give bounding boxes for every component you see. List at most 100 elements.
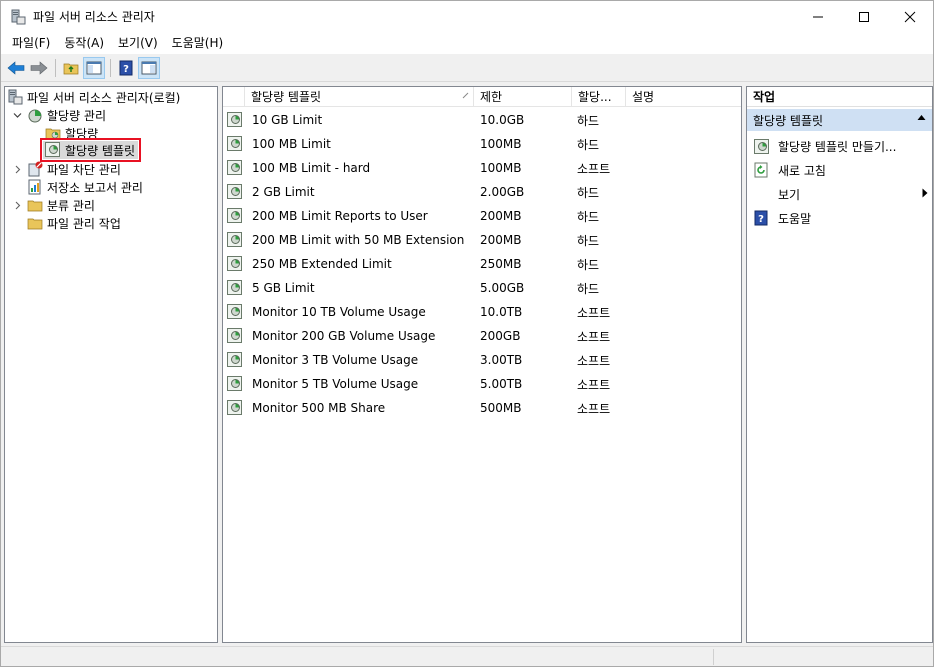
cell-limit: 100MB (480, 137, 522, 151)
table-row[interactable]: 100 MB Limit 100MB 하드 (223, 132, 741, 156)
template-name: 5 GB Limit (252, 281, 315, 295)
action-help[interactable]: ? 도움말 (753, 207, 928, 229)
template-name: 200 MB Limit Reports to User (252, 209, 428, 223)
column-header-template[interactable]: 할당량 템플릿 (245, 87, 474, 107)
forward-arrow-icon (30, 61, 48, 75)
template-name: Monitor 3 TB Volume Usage (252, 353, 419, 367)
cell-quota-type: 소프트 (577, 329, 611, 344)
column-header-description[interactable]: 설명 (626, 87, 741, 107)
maximize-icon (859, 11, 869, 22)
quota-template-icon (227, 256, 243, 272)
quota-template-icon (227, 400, 243, 416)
table-row[interactable]: 2 GB Limit 2.00GB 하드 (223, 180, 741, 204)
action-create-quota-template[interactable]: 할당량 템플릿 만들기... (753, 135, 928, 157)
table-row[interactable]: Monitor 5 TB Volume Usage 5.00TB 소프트 (223, 372, 741, 396)
minimize-button[interactable] (795, 1, 841, 32)
classification-folder-icon (27, 197, 43, 213)
quota-template-icon (227, 328, 243, 344)
quota-template-icon (227, 232, 243, 248)
cell-quota-type: 소프트 (577, 305, 611, 320)
action-label: 보기 (778, 187, 801, 202)
cell-limit: 10.0GB (480, 113, 525, 127)
template-name: 100 MB Limit (252, 137, 331, 151)
cell-limit: 3.00TB (480, 353, 523, 367)
menu-action[interactable]: 동작(A) (57, 32, 111, 55)
tree-item-storage-reports[interactable]: 저장소 보고서 관리 (27, 178, 143, 196)
show-hide-tree-button[interactable] (83, 57, 105, 79)
tree-item-classification[interactable]: 분류 관리 (11, 196, 95, 214)
chevron-down-icon[interactable] (11, 109, 23, 121)
quota-management-icon (27, 107, 43, 123)
quota-template-icon (227, 280, 243, 296)
table-row[interactable]: Monitor 3 TB Volume Usage 3.00TB 소프트 (223, 348, 741, 372)
table-row[interactable]: 5 GB Limit 5.00GB 하드 (223, 276, 741, 300)
cell-limit: 5.00TB (480, 377, 523, 391)
template-name: Monitor 5 TB Volume Usage (252, 377, 419, 391)
table-row[interactable]: 250 MB Extended Limit 250MB 하드 (223, 252, 741, 276)
cell-template-name: Monitor 200 GB Volume Usage (223, 328, 474, 344)
table-row[interactable]: Monitor 500 MB Share 500MB 소프트 (223, 396, 741, 420)
minimize-icon (813, 16, 823, 17)
app-icon (10, 9, 26, 25)
quota-folder-icon (45, 125, 61, 141)
quota-template-icon (45, 142, 61, 158)
template-name: Monitor 10 TB Volume Usage (252, 305, 426, 319)
cell-limit: 250MB (480, 257, 522, 271)
back-button[interactable] (5, 57, 27, 79)
maximize-button[interactable] (841, 1, 887, 32)
tree-item-quota-templates[interactable]: 할당량 템플릿 (39, 138, 142, 162)
table-row[interactable]: Monitor 10 TB Volume Usage 10.0TB 소프트 (223, 300, 741, 324)
template-name: Monitor 200 GB Volume Usage (252, 329, 436, 343)
console-tree-icon (86, 61, 102, 75)
table-row[interactable]: 200 MB Limit Reports to User 200MB 하드 (223, 204, 741, 228)
tree-label: 파일 서버 리소스 관리자(로컬) (27, 90, 181, 105)
tree-item-quotas[interactable]: 할당량 (45, 124, 98, 142)
cell-template-name: 200 MB Limit Reports to User (223, 208, 474, 224)
action-refresh[interactable]: 새로 고침 (753, 159, 928, 181)
table-row[interactable]: Monitor 200 GB Volume Usage 200GB 소프트 (223, 324, 741, 348)
close-button[interactable] (887, 1, 933, 32)
menu-help[interactable]: 도움말(H) (165, 32, 231, 55)
cell-template-name: Monitor 5 TB Volume Usage (223, 376, 474, 392)
table-row[interactable]: 200 MB Limit with 50 MB Extension 200MB 하드 (223, 228, 741, 252)
tree-label: 할당량 템플릿 (65, 143, 136, 158)
quota-template-icon (227, 136, 243, 152)
actions-section-header[interactable]: 할당량 템플릿 (747, 109, 932, 131)
forward-button[interactable] (28, 57, 50, 79)
action-view[interactable]: 보기 (753, 183, 928, 205)
table-row[interactable]: 100 MB Limit - hard 100MB 소프트 (223, 156, 741, 180)
template-name: 250 MB Extended Limit (252, 257, 392, 271)
column-icon-spacer (223, 87, 245, 107)
cell-quota-type: 하드 (577, 185, 600, 200)
quota-template-icon (227, 184, 243, 200)
list-rows: 10 GB Limit 10.0GB 하드 100 MB Limit 100MB 하드 10… (223, 108, 741, 420)
tree-item-root[interactable]: 파일 서버 리소스 관리자(로컬) (7, 88, 180, 106)
chevron-right-icon[interactable] (11, 199, 23, 211)
table-row[interactable]: 10 GB Limit 10.0GB 하드 (223, 108, 741, 132)
tree-label: 할당량 (65, 126, 99, 141)
help-toolbar-button[interactable]: ? (115, 57, 137, 79)
column-header-quota-type[interactable]: 할당... (572, 87, 626, 107)
console-tree: 파일 서버 리소스 관리자(로컬) 할당량 관리 할당량 할당량 템플릿 파일 … (4, 86, 218, 643)
cell-limit: 200MB (480, 233, 522, 247)
tree-label: 분류 관리 (47, 198, 95, 213)
cell-quota-type: 하드 (577, 137, 600, 152)
tree-label: 할당량 관리 (47, 108, 107, 123)
menu-file[interactable]: 파일(F) (5, 32, 57, 55)
chevron-right-icon[interactable] (11, 163, 23, 175)
show-hide-action-pane-button[interactable] (138, 57, 160, 79)
template-name: 100 MB Limit - hard (252, 161, 371, 175)
tree-item-file-screening[interactable]: 파일 차단 관리 (11, 160, 121, 178)
quota-template-icon (227, 160, 243, 176)
cell-template-name: 10 GB Limit (223, 112, 474, 128)
tree-item-quota-management[interactable]: 할당량 관리 (11, 106, 106, 124)
collapse-up-icon[interactable] (917, 114, 926, 124)
up-folder-button[interactable] (60, 57, 82, 79)
task-folder-icon (27, 215, 43, 231)
menu-view[interactable]: 보기(V) (111, 32, 165, 55)
column-header-limit[interactable]: 제한 (474, 87, 572, 107)
tree-item-file-management-tasks[interactable]: 파일 관리 작업 (27, 214, 121, 232)
actions-pane: 작업 할당량 템플릿 할당량 템플릿 만들기... 새로 고침 보기 ? 도움말 (746, 86, 933, 643)
cell-quota-type: 하드 (577, 257, 600, 272)
tree-label: 파일 차단 관리 (47, 162, 121, 177)
